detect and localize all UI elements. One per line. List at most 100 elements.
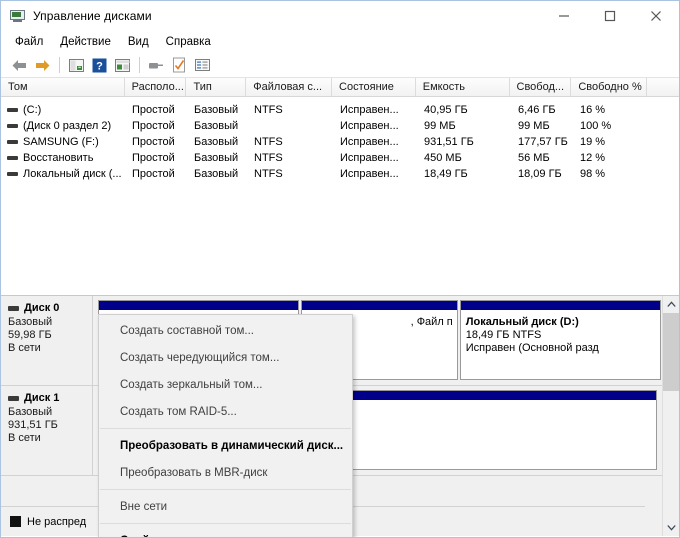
- menu-item-create-raid5-volume[interactable]: Создать том RAID-5...: [99, 398, 352, 425]
- menu-item-offline[interactable]: Вне сети: [99, 493, 352, 520]
- show-console-tree-icon[interactable]: [65, 55, 88, 76]
- cell-filesystem: NTFS: [247, 104, 333, 116]
- cell-layout: Простой: [125, 104, 187, 116]
- cell-layout: Простой: [125, 152, 187, 164]
- column-header-volume[interactable]: Том: [1, 78, 125, 96]
- cell-type: Базовый: [187, 152, 247, 164]
- toolbar-separator: [59, 57, 60, 73]
- cell-capacity: 450 МБ: [417, 152, 511, 164]
- column-header-free[interactable]: Свобод...: [510, 78, 572, 96]
- column-header-free-pct[interactable]: Свободно %: [571, 78, 647, 96]
- disk-management-icon: [10, 8, 26, 24]
- column-header-type[interactable]: Тип: [186, 78, 246, 96]
- cell-type: Базовый: [187, 136, 247, 148]
- disk-icon: [8, 396, 19, 401]
- cell-free-pct: 98 %: [573, 168, 649, 180]
- disk-info-1[interactable]: Диск 1 Базовый 931,51 ГБ В сети: [1, 386, 93, 475]
- disk-title-1: Диск 1: [8, 392, 92, 404]
- cell-filesystem: NTFS: [247, 168, 333, 180]
- help-icon[interactable]: ?: [88, 55, 111, 76]
- minimize-button[interactable]: [541, 1, 587, 31]
- checkmark-page-icon[interactable]: [168, 55, 191, 76]
- menu-separator: [100, 428, 351, 429]
- partition-title: Локальный диск (D:): [466, 316, 656, 329]
- cell-free: 18,09 ГБ: [511, 168, 573, 180]
- cell-free: 6,46 ГБ: [511, 104, 573, 116]
- column-header-status[interactable]: Состояние: [332, 78, 416, 96]
- menu-separator-2: [100, 489, 351, 490]
- menu-item-create-spanned-volume[interactable]: Создать составной том...: [99, 317, 352, 344]
- table-row[interactable]: Восстановить Простой Базовый NTFS Исправ…: [1, 150, 679, 166]
- column-header-capacity[interactable]: Емкость: [416, 78, 510, 96]
- maximize-button[interactable]: [587, 1, 633, 31]
- partition-line2: 18,49 ГБ NTFS: [466, 329, 656, 342]
- cell-capacity: 99 МБ: [417, 120, 511, 132]
- partition-0-2[interactable]: Локальный диск (D:) 18,49 ГБ NTFS Исправ…: [460, 300, 661, 380]
- scroll-down-icon[interactable]: [663, 519, 679, 536]
- table-row[interactable]: (Диск 0 раздел 2) Простой Базовый Исправ…: [1, 118, 679, 134]
- table-row[interactable]: Локальный диск (... Простой Базовый NTFS…: [1, 166, 679, 182]
- menu-item-convert-to-mbr-disk[interactable]: Преобразовать в MBR-диск: [99, 459, 352, 486]
- menu-action[interactable]: Действие: [53, 34, 119, 50]
- unallocated-swatch: [10, 516, 21, 527]
- cell-free: 99 МБ: [511, 120, 573, 132]
- column-header-filesystem[interactable]: Файловая с...: [246, 78, 332, 96]
- disk-type-0: Базовый: [8, 316, 92, 329]
- cell-status: Исправен...: [333, 104, 417, 116]
- titlebar: Управление дисками: [1, 1, 679, 31]
- scroll-up-icon[interactable]: [663, 296, 679, 313]
- column-header-layout[interactable]: Располо...: [125, 78, 187, 96]
- table-row[interactable]: (C:) Простой Базовый NTFS Исправен... 40…: [1, 102, 679, 118]
- cell-volume: (C:): [23, 104, 41, 116]
- back-icon[interactable]: [8, 55, 31, 76]
- cell-free: 177,57 ГБ: [511, 136, 573, 148]
- forward-icon[interactable]: [31, 55, 54, 76]
- cell-free: 56 МБ: [511, 152, 573, 164]
- cell-capacity: 40,95 ГБ: [417, 104, 511, 116]
- cell-free-pct: 12 %: [573, 152, 649, 164]
- context-menu: Создать составной том... Создать чередую…: [98, 314, 353, 538]
- partition-bar: [302, 301, 457, 311]
- rescan-disks-icon[interactable]: [145, 55, 168, 76]
- menu-view[interactable]: Вид: [121, 34, 157, 50]
- volume-list-pane: Том Располо... Тип Файловая с... Состоян…: [1, 78, 679, 296]
- cell-volume: (Диск 0 раздел 2): [23, 120, 111, 132]
- toolbar: ?: [1, 53, 679, 78]
- partition-bar: [99, 301, 298, 311]
- disk-info-0[interactable]: Диск 0 Базовый 59,98 ГБ В сети: [1, 296, 93, 385]
- table-row[interactable]: SAMSUNG (F:) Простой Базовый NTFS Исправ…: [1, 134, 679, 150]
- cell-volume: SAMSUNG (F:): [23, 136, 99, 148]
- cell-layout: Простой: [125, 168, 187, 180]
- cell-status: Исправен...: [333, 152, 417, 164]
- menu-file[interactable]: Файл: [8, 34, 51, 50]
- menu-item-properties[interactable]: Свойства: [99, 527, 352, 538]
- cell-free-pct: 16 %: [573, 104, 649, 116]
- menu-item-create-mirrored-volume[interactable]: Создать зеркальный том...: [99, 371, 352, 398]
- scrollbar-thumb[interactable]: [663, 313, 679, 391]
- cell-capacity: 18,49 ГБ: [417, 168, 511, 180]
- menu-item-create-striped-volume[interactable]: Создать чередующийся том...: [99, 344, 352, 371]
- volume-list-header: Том Располо... Тип Файловая с... Состоян…: [1, 78, 679, 97]
- properties-icon[interactable]: [111, 55, 134, 76]
- column-header-spacer[interactable]: [647, 78, 679, 96]
- menu-item-convert-to-dynamic-disk[interactable]: Преобразовать в динамический диск...: [99, 432, 352, 459]
- volume-icon: [7, 172, 18, 176]
- cell-layout: Простой: [125, 120, 187, 132]
- cell-capacity: 931,51 ГБ: [417, 136, 511, 148]
- vertical-scrollbar[interactable]: [662, 296, 679, 536]
- cell-status: Исправен...: [333, 120, 417, 132]
- disk-title-0: Диск 0: [8, 302, 92, 314]
- cell-layout: Простой: [125, 136, 187, 148]
- menu-separator-3: [100, 523, 351, 524]
- disk-status-1: В сети: [8, 432, 92, 445]
- menu-help[interactable]: Справка: [159, 34, 219, 50]
- disk-status-0: В сети: [8, 342, 92, 355]
- list-view-icon[interactable]: [191, 55, 214, 76]
- cell-type: Базовый: [187, 168, 247, 180]
- svg-text:?: ?: [96, 60, 103, 72]
- cell-status: Исправен...: [333, 168, 417, 180]
- volume-icon: [7, 124, 18, 128]
- close-button[interactable]: [633, 1, 679, 31]
- cell-type: Базовый: [187, 104, 247, 116]
- window-controls: [541, 1, 679, 31]
